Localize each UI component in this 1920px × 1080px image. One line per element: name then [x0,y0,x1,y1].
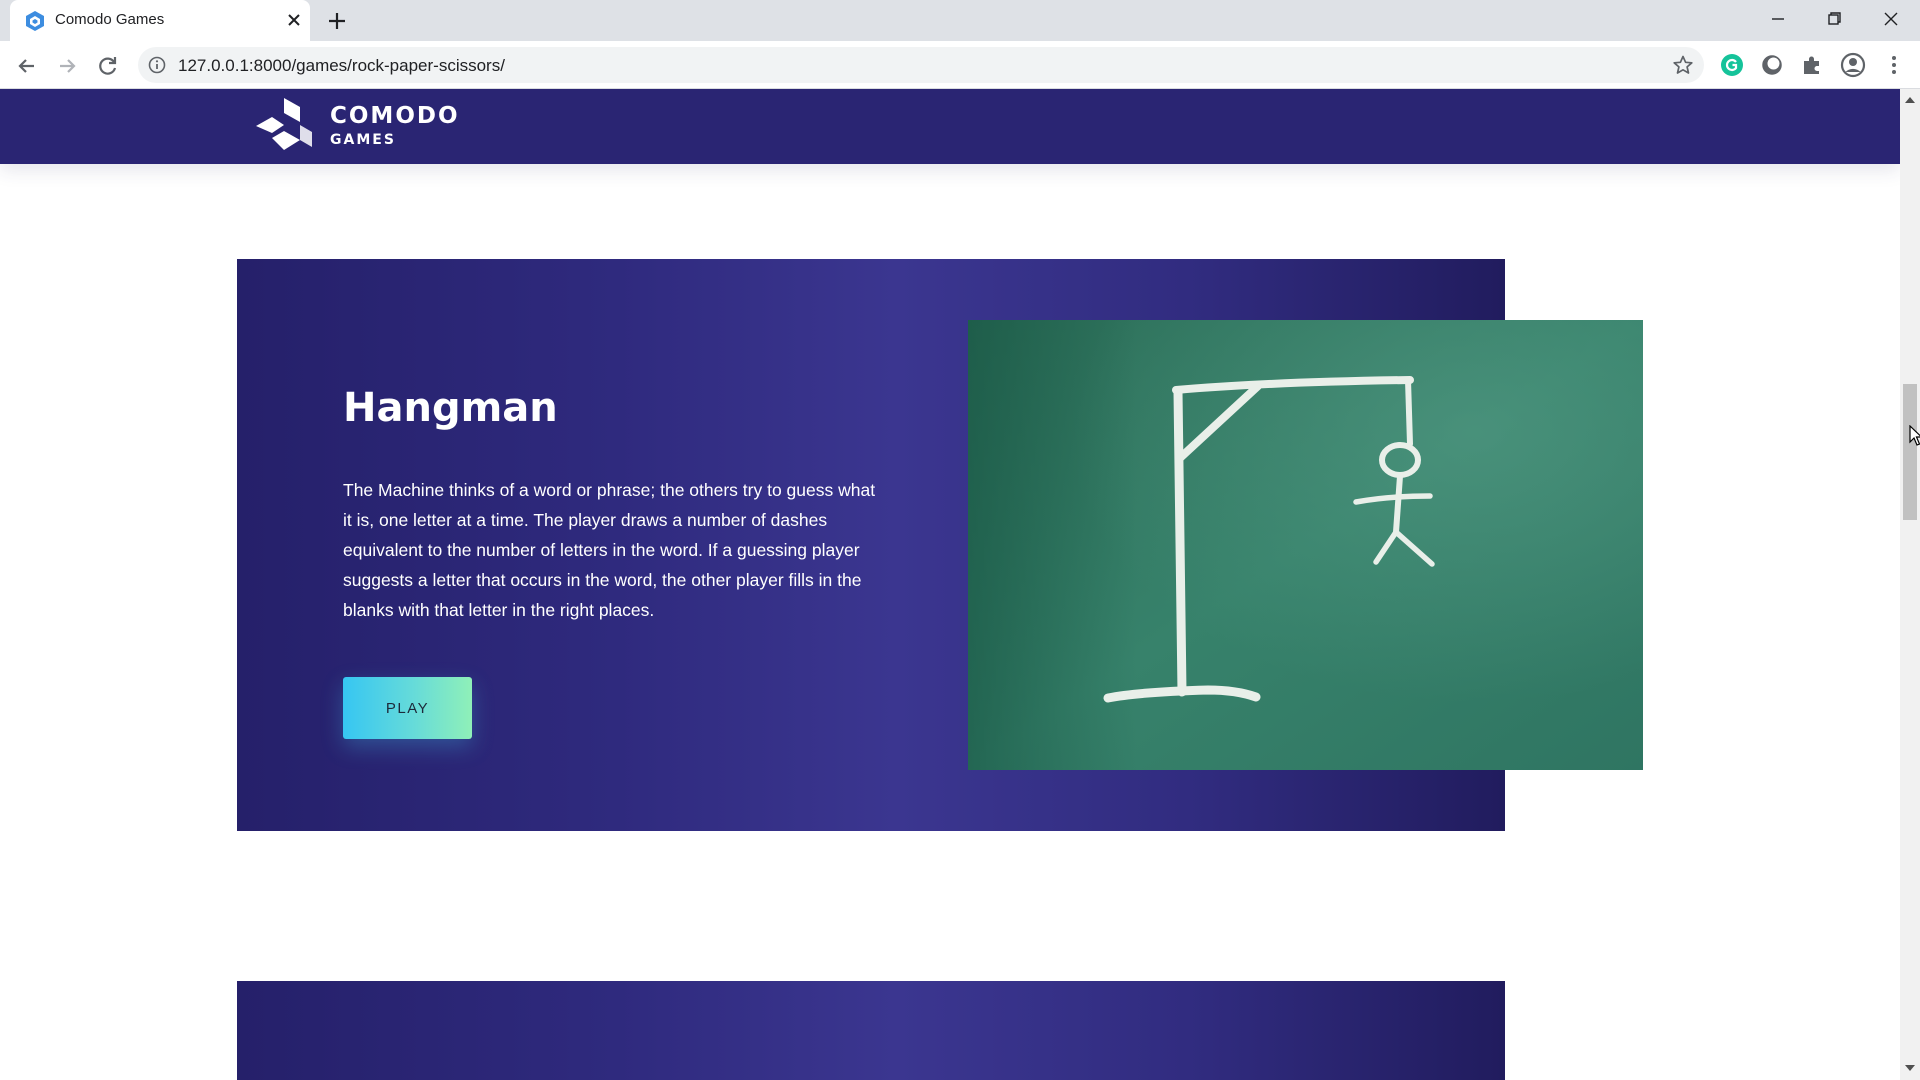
address-bar[interactable]: 127.0.0.1:8000/games/rock-paper-scissors… [138,47,1704,83]
extension-circle-icon[interactable] [1759,52,1785,78]
browser-tab[interactable]: Comodo Games [10,0,310,41]
window-close-icon[interactable] [1879,9,1903,29]
url-text[interactable]: 127.0.0.1:8000/games/rock-paper-scissors… [178,56,505,76]
browser-toolbar: 127.0.0.1:8000/games/rock-paper-scissors… [0,41,1920,89]
scroll-up-icon[interactable] [1904,95,1916,105]
reload-icon[interactable] [95,53,121,79]
forward-icon[interactable] [54,53,80,79]
comodo-favicon-icon [26,11,44,31]
hangman-drawing [968,320,1643,770]
more-vert-icon[interactable] [1881,52,1907,78]
info-icon[interactable] [148,56,166,74]
hangman-image [968,320,1643,770]
star-icon[interactable] [1672,54,1694,76]
play-button[interactable]: PLAY [343,677,472,739]
scroll-down-icon[interactable] [1904,1063,1916,1073]
minimize-icon[interactable] [1766,9,1790,29]
puzzle-icon[interactable] [1799,52,1825,78]
grammarly-icon[interactable] [1719,52,1745,78]
mouse-cursor-icon [1909,425,1920,446]
comodo-logo-icon[interactable] [254,95,316,157]
back-icon[interactable] [14,53,40,79]
logo-title: COMODO [330,103,460,129]
page-scrollbar[interactable] [1900,89,1920,1080]
close-icon[interactable] [284,10,304,30]
logo-subtitle: GAMES [330,132,396,148]
site-header: COMODO GAMES [0,89,1900,164]
profile-icon[interactable] [1840,52,1866,78]
game-description: The Machine thinks of a word or phrase; … [343,480,876,620]
restore-icon[interactable] [1822,9,1846,29]
tab-title: Comodo Games [55,11,165,28]
page-viewport: COMODO GAMES Hangman The Machine thinks … [0,89,1900,1080]
browser-tab-strip: Comodo Games [0,0,1920,41]
game-title: Hangman [343,385,558,431]
scrollbar-thumb[interactable] [1903,384,1917,520]
plus-icon[interactable] [326,10,348,32]
game-card-next [237,981,1505,1080]
